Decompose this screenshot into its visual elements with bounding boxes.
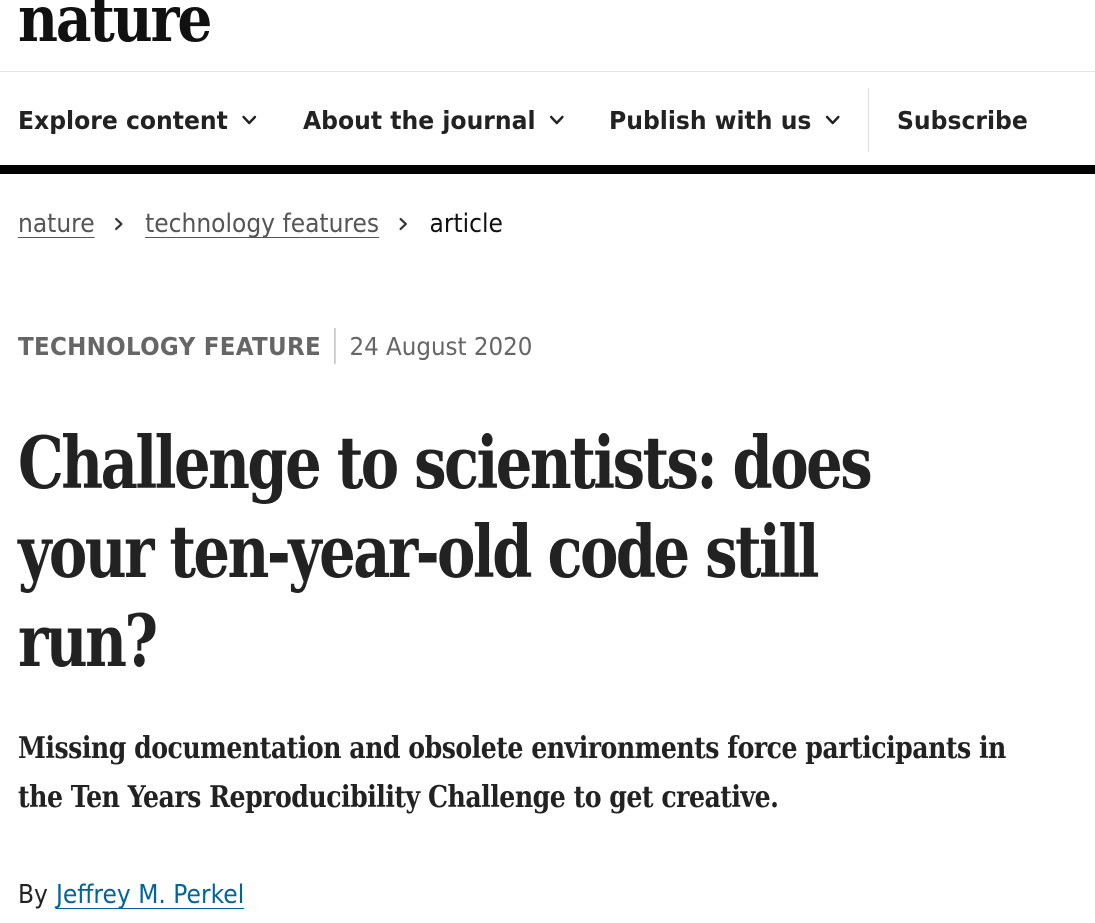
nav-bottom-rule: [0, 165, 1095, 174]
chevron-down-icon: [242, 115, 257, 125]
standfirst-line: Missing documentation and obsolete envir…: [18, 731, 1006, 766]
main-nav: Explore content About the journal Publis…: [0, 88, 1095, 152]
article-title-line: Challenge to scientists: does: [18, 420, 873, 505]
article-title: Challenge to scientists: does your ten-y…: [18, 418, 1026, 685]
article-title-line: your ten-year-old code still: [18, 509, 820, 594]
meta-divider: [334, 328, 336, 364]
chevron-down-icon: [826, 115, 840, 125]
byline-prefix: By: [18, 880, 48, 910]
chevron-right-icon: [115, 217, 123, 231]
article-title-line: run?: [18, 598, 158, 683]
byline: By Jeffrey M. Perkel: [18, 877, 244, 913]
subscribe-label: Subscribe: [897, 105, 1028, 135]
nav-publish-with-us-label: Publish with us: [609, 105, 812, 135]
publication-date: 24 August 2020: [349, 331, 533, 361]
article-standfirst: Missing documentation and obsolete envir…: [18, 724, 1068, 822]
breadcrumb: nature technology features article: [18, 206, 503, 242]
nav-about-journal-label: About the journal: [303, 105, 536, 135]
standfirst-line: the Ten Years Reproducibility Challenge …: [18, 780, 779, 815]
breadcrumb-link-nature[interactable]: nature: [18, 209, 95, 239]
nature-logo[interactable]: nature: [18, 0, 212, 52]
article-type: TECHNOLOGY FEATURE: [18, 331, 321, 361]
subscribe-link[interactable]: Subscribe: [897, 88, 1028, 152]
author-link[interactable]: Jeffrey M. Perkel: [56, 880, 244, 910]
nav-divider: [868, 88, 869, 152]
nav-explore-content[interactable]: Explore content: [18, 88, 258, 152]
header-divider: [0, 71, 1095, 72]
chevron-down-icon: [550, 115, 565, 125]
chevron-right-icon: [399, 217, 408, 231]
article-meta: TECHNOLOGY FEATURE 24 August 2020: [18, 328, 532, 364]
breadcrumb-link-technology-features[interactable]: technology features: [145, 209, 379, 239]
breadcrumb-current: article: [429, 209, 503, 239]
nav-explore-content-label: Explore content: [18, 105, 228, 135]
nav-publish-with-us[interactable]: Publish with us: [609, 88, 842, 152]
nav-about-journal[interactable]: About the journal: [303, 88, 566, 152]
